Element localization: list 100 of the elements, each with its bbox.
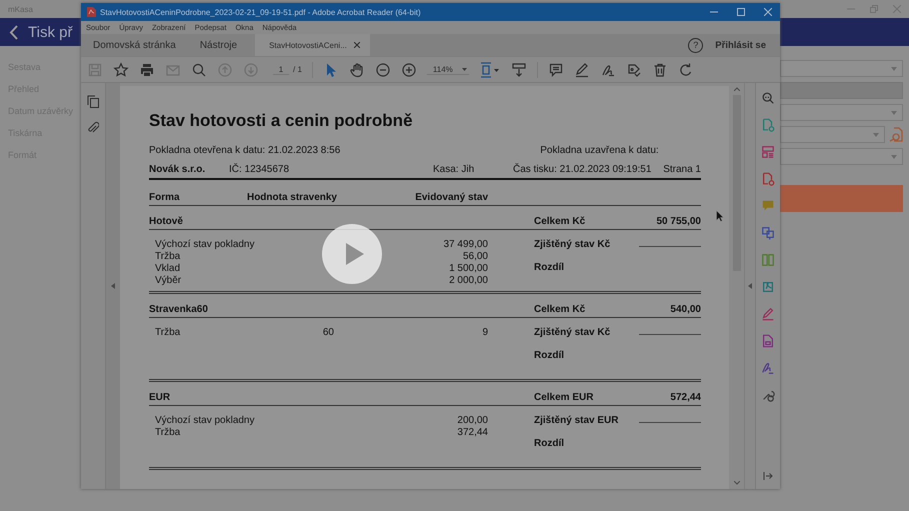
row-amount: 372,44 — [457, 427, 488, 438]
page-label: Strana 1 — [663, 164, 701, 176]
comment-icon[interactable] — [548, 62, 564, 78]
row-label: Výchozí stav pokladny — [154, 239, 256, 251]
collapse-arrow-icon[interactable] — [748, 283, 752, 289]
hand-icon[interactable] — [348, 62, 365, 78]
row-label: Výběr — [154, 275, 182, 287]
section-name: Stravenka60 — [149, 304, 209, 316]
zoom-search-icon[interactable] — [761, 91, 775, 105]
company-name: Novák s.r.o. — [149, 164, 206, 176]
dropdown-field[interactable] — [780, 60, 903, 77]
total-amount: 540,00 — [670, 304, 701, 316]
column-header: Evidovaný stav — [414, 192, 488, 204]
counted-label: Zjištěný stav EUR — [534, 415, 618, 427]
close-icon[interactable] — [354, 42, 360, 48]
dropdown-field[interactable] — [780, 126, 885, 143]
voucher-value: 60 — [322, 327, 334, 338]
print-icon[interactable] — [139, 62, 155, 78]
difference-label: Rozdíl — [534, 350, 565, 362]
tab[interactable]: Domovská stránka — [81, 34, 188, 56]
stamp-icon[interactable] — [626, 62, 642, 78]
page-title: Tisk př — [28, 24, 72, 40]
collapse-arrow-icon[interactable] — [111, 283, 115, 289]
dropdown-field[interactable] — [780, 104, 903, 121]
counted-label: Zjištěný stav Kč — [534, 327, 610, 339]
row-amount: 2 000,00 — [449, 275, 488, 286]
row-label: Tržba — [154, 427, 182, 439]
caret-icon — [891, 110, 897, 114]
page-number-field[interactable]: 1 — [273, 64, 289, 74]
help-button[interactable]: ? — [688, 38, 704, 52]
register-name: Kasa: Jih — [433, 164, 476, 176]
total-amount: 572,44 — [670, 392, 701, 404]
tab[interactable]: StavHotovostiACeni... — [255, 34, 370, 56]
counted-label: Zjištěný stav Kč — [534, 239, 610, 251]
fit-page-icon[interactable] — [478, 62, 501, 78]
pdf-icon — [87, 7, 96, 17]
file-add-icon[interactable] — [761, 118, 775, 132]
file-remove-icon[interactable] — [761, 172, 775, 186]
section-name: EUR — [149, 392, 172, 404]
total-label: Celkem Kč — [534, 216, 586, 228]
rotate-icon[interactable] — [678, 62, 694, 78]
row-label: Výchozí stav pokladny — [154, 415, 256, 427]
paperclip-icon[interactable] — [87, 121, 99, 134]
pen-icon[interactable] — [761, 307, 775, 321]
pages-icon[interactable] — [87, 95, 99, 108]
arrow-up-circle-icon[interactable] — [217, 62, 233, 78]
window-title: StavHotovostiACeninPodrobne_2023-02-21_09-19-51.pdf - Adobe Acrobat Reader (64-bit) — [100, 8, 421, 16]
scroll-mode-icon[interactable] — [510, 62, 527, 78]
scroll-up-icon[interactable] — [734, 87, 740, 91]
trash-icon[interactable] — [652, 62, 668, 78]
total-label: Celkem Kč — [534, 304, 586, 316]
scroll-down-icon[interactable] — [734, 481, 740, 485]
tab[interactable]: Nástroje — [188, 34, 250, 56]
caret-icon — [873, 132, 879, 136]
section-name: Hotově — [149, 216, 184, 228]
row-amount: 9 — [482, 327, 488, 338]
closed-date: Pokladna uzavřena k datu: — [540, 145, 659, 157]
arrow-down-circle-icon[interactable] — [243, 62, 259, 78]
caret-icon — [891, 66, 897, 70]
difference-label: Rozdíl — [534, 438, 565, 450]
pen-icon[interactable] — [574, 62, 590, 78]
page-count: / 1 — [293, 65, 302, 74]
caret-icon — [462, 68, 467, 70]
search-icon[interactable] — [191, 62, 207, 78]
back-icon[interactable] — [9, 24, 18, 40]
dropdown-field[interactable] — [780, 148, 903, 165]
document-icon[interactable] — [761, 280, 775, 294]
column-header: Hodnota stravenky — [246, 192, 337, 204]
star-icon[interactable] — [113, 62, 129, 78]
columns-icon[interactable] — [761, 253, 775, 267]
play-icon — [346, 243, 364, 265]
row-label: Vklad — [154, 263, 182, 275]
restore-icon[interactable] — [870, 5, 878, 13]
company-id: IČ: 12345678 — [229, 164, 290, 176]
input-field[interactable] — [780, 82, 903, 99]
zoom-in-icon[interactable] — [400, 62, 417, 78]
maximize-icon[interactable] — [737, 8, 745, 16]
row-label: Tržba — [154, 251, 182, 263]
signature-icon[interactable] — [761, 361, 775, 375]
zoom-dropdown[interactable]: 114% — [426, 64, 469, 74]
layout-icon[interactable] — [761, 145, 775, 159]
translate-icon[interactable] — [761, 226, 775, 240]
document-search-icon[interactable] — [889, 127, 903, 142]
opened-date: Pokladna otevřena k datu: 21.02.2023 8:56 — [149, 145, 340, 157]
zoom-out-icon[interactable] — [374, 62, 391, 78]
difference-label: Rozdíl — [534, 262, 565, 274]
row-amount: 200,00 — [457, 415, 488, 426]
save-icon[interactable] — [87, 62, 103, 78]
caret-icon — [891, 154, 897, 158]
close-icon[interactable] — [764, 8, 772, 16]
file-icon[interactable] — [761, 334, 775, 348]
sign-in-link[interactable]: Přihlásit se — [715, 40, 766, 50]
print-time: Čas tisku: 21.02.2023 09:19:51 — [513, 164, 652, 176]
total-label: Celkem EUR — [534, 392, 594, 404]
expand-panel-icon[interactable] — [763, 471, 773, 481]
column-header: Forma — [149, 192, 181, 204]
row-amount: 56,00 — [462, 251, 488, 262]
row-amount: 37 499,00 — [444, 239, 488, 250]
row-amount: 1 500,00 — [449, 263, 488, 274]
total-amount: 50 755,00 — [656, 216, 701, 228]
